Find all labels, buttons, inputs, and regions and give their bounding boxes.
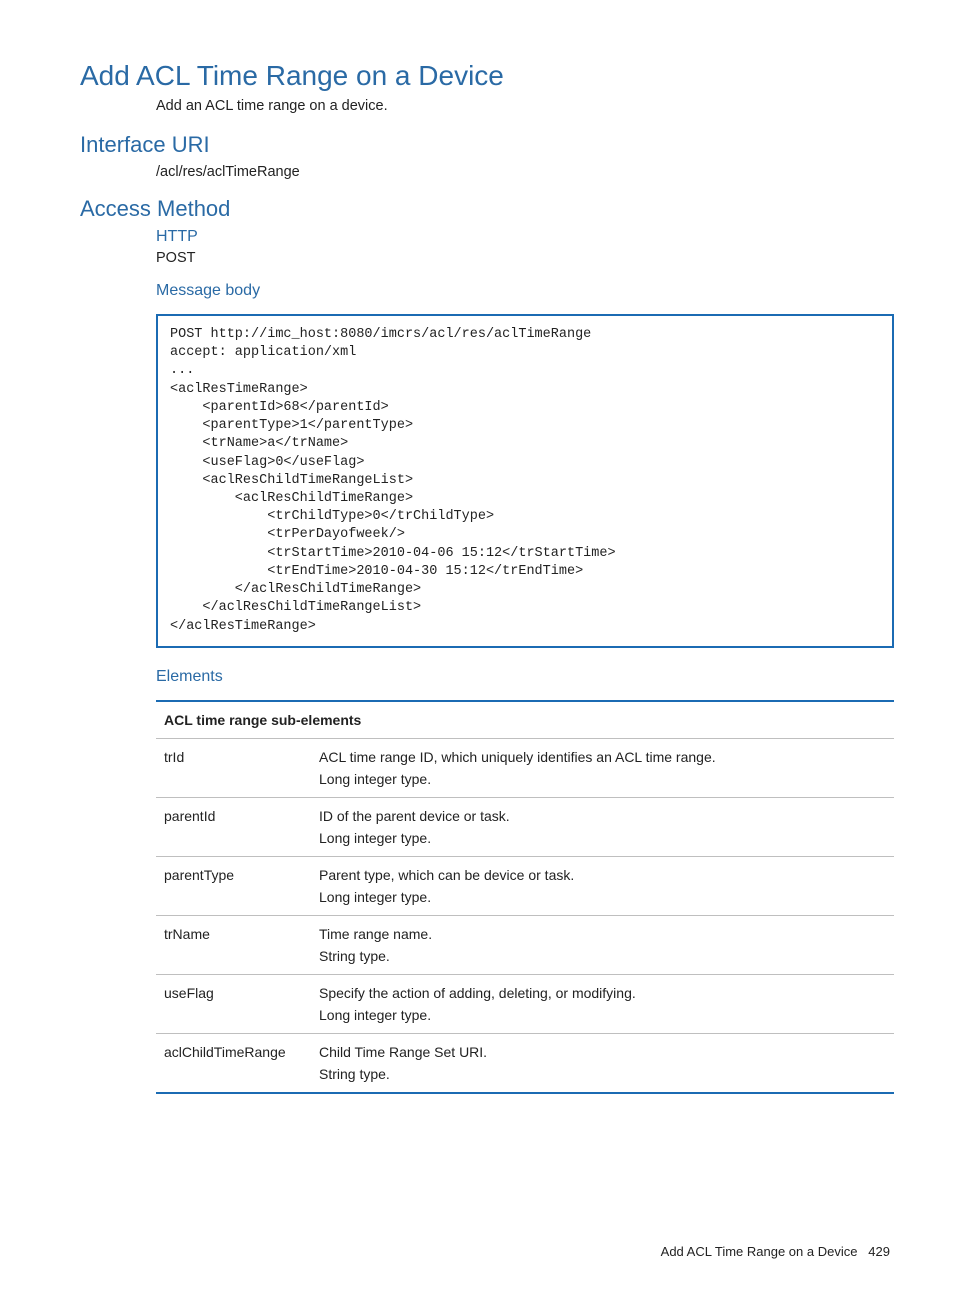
element-name: trId: [156, 738, 311, 797]
table-row: useFlag Specify the action of adding, de…: [156, 974, 894, 1033]
footer-title: Add ACL Time Range on a Device: [661, 1244, 858, 1259]
element-desc: ID of the parent device or task. Long in…: [311, 797, 894, 856]
element-name: parentType: [156, 856, 311, 915]
element-name: aclChildTimeRange: [156, 1033, 311, 1093]
page-title: Add ACL Time Range on a Device: [80, 60, 894, 92]
footer-page-number: 429: [868, 1244, 890, 1259]
element-desc: Specify the action of adding, deleting, …: [311, 974, 894, 1033]
elements-table: ACL time range sub-elements trId ACL tim…: [156, 700, 894, 1094]
element-desc: Time range name. String type.: [311, 915, 894, 974]
element-desc: Parent type, which can be device or task…: [311, 856, 894, 915]
page-container: Add ACL Time Range on a Device Add an AC…: [0, 0, 954, 1299]
element-name: useFlag: [156, 974, 311, 1033]
element-name: trName: [156, 915, 311, 974]
page-subtitle: Add an ACL time range on a device.: [156, 98, 894, 114]
interface-uri-heading: Interface URI: [80, 132, 894, 158]
table-row: parentType Parent type, which can be dev…: [156, 856, 894, 915]
code-block: POST http://imc_host:8080/imcrs/acl/res/…: [156, 314, 894, 648]
http-method: POST: [156, 250, 894, 266]
table-row: trName Time range name. String type.: [156, 915, 894, 974]
element-desc: ACL time range ID, which uniquely identi…: [311, 738, 894, 797]
interface-uri-value: /acl/res/aclTimeRange: [156, 164, 894, 180]
table-row: parentId ID of the parent device or task…: [156, 797, 894, 856]
element-name: parentId: [156, 797, 311, 856]
access-method-heading: Access Method: [80, 196, 894, 222]
element-desc: Child Time Range Set URI. String type.: [311, 1033, 894, 1093]
table-row: trId ACL time range ID, which uniquely i…: [156, 738, 894, 797]
http-heading: HTTP: [156, 228, 894, 246]
elements-heading: Elements: [156, 668, 894, 686]
page-footer: Add ACL Time Range on a Device 429: [80, 1244, 894, 1259]
table-row: aclChildTimeRange Child Time Range Set U…: [156, 1033, 894, 1093]
message-body-heading: Message body: [156, 282, 894, 300]
table-caption: ACL time range sub-elements: [156, 701, 894, 739]
